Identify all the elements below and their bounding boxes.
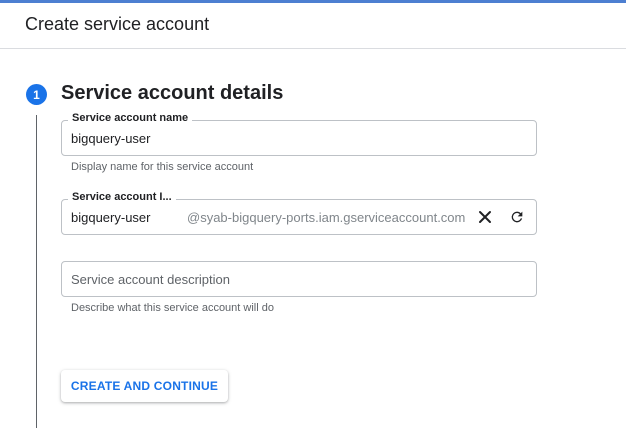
service-account-description-hint: Describe what this service account will … [71,302,274,314]
close-icon[interactable] [475,207,495,227]
page-title: Create service account [25,14,210,34]
step-connector-line [36,115,37,428]
service-account-name-value[interactable]: bigquery-user [71,131,151,146]
page-header: Create service account [0,3,626,49]
service-account-id-value[interactable]: bigquery-user [71,210,151,225]
service-account-id-domain-suffix: @syab-bigquery-ports.iam.gserviceaccount… [187,210,466,225]
create-and-continue-button[interactable]: CREATE AND CONTINUE [61,370,228,402]
service-account-id-field[interactable]: Service account I... bigquery-user @syab… [61,191,537,235]
service-account-id-label: Service account I... [68,191,176,203]
step-number-badge: 1 [26,84,47,105]
service-account-description-field[interactable]: Service account description [61,261,537,297]
refresh-icon[interactable] [507,207,527,227]
service-account-description-placeholder[interactable]: Service account description [71,272,230,287]
service-account-name-hint: Display name for this service account [71,161,254,173]
step-title: Service account details [61,82,284,104]
service-account-name-field[interactable]: Service account name bigquery-user [61,112,537,156]
service-account-name-label: Service account name [68,112,193,124]
